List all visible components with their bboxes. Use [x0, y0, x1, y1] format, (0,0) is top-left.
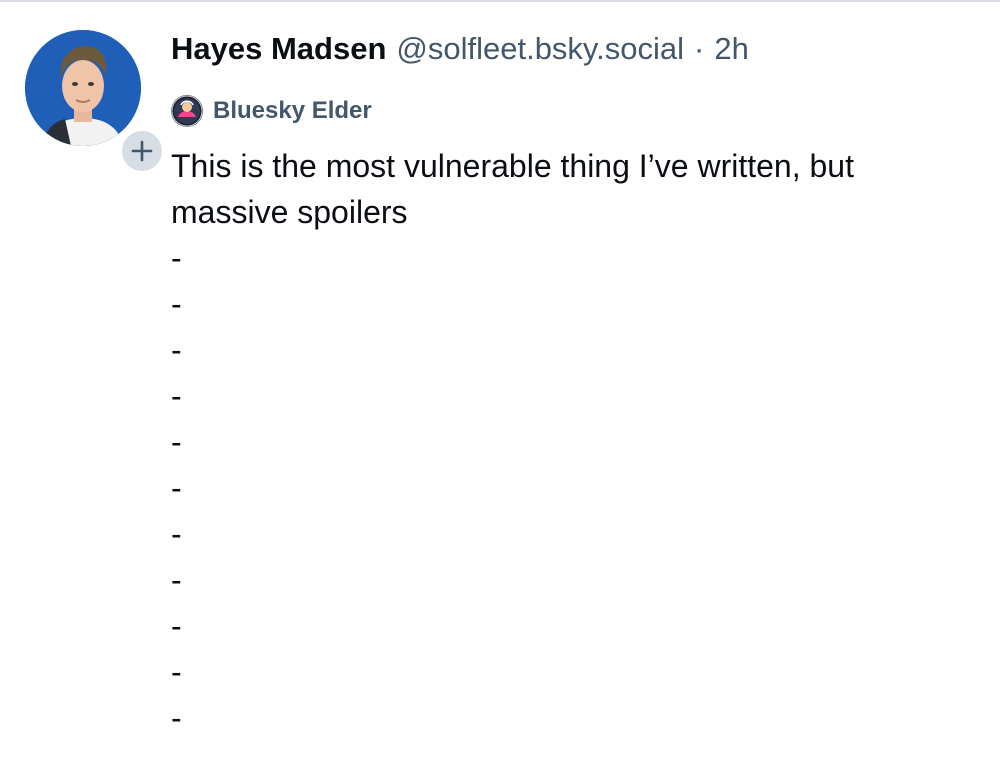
- post-text-line: -: [171, 700, 182, 736]
- author-handle[interactable]: @solfleet.bsky.social: [396, 24, 684, 74]
- post-text-line: -: [171, 470, 182, 506]
- avatar[interactable]: [25, 30, 141, 146]
- post-text-line: massive spoilers: [171, 194, 408, 230]
- plus-icon: [131, 140, 153, 162]
- separator-dot: ·: [694, 31, 705, 66]
- post-text: This is the most vulnerable thing I’ve w…: [171, 143, 971, 741]
- badge-label: Bluesky Elder: [213, 97, 372, 124]
- post-text-line: -: [171, 516, 182, 552]
- post-text-line: -: [171, 424, 182, 460]
- post-text-line: -: [171, 286, 182, 322]
- post-timestamp[interactable]: 2h: [714, 24, 748, 74]
- badge-avatar-icon: [171, 95, 203, 127]
- post-content: Hayes Madsen @solfleet.bsky.social · 2h …: [171, 24, 971, 741]
- avatar-image: [25, 30, 141, 146]
- author-display-name[interactable]: Hayes Madsen: [171, 24, 386, 74]
- user-badge[interactable]: Bluesky Elder: [171, 91, 971, 131]
- post-text-line: -: [171, 654, 182, 690]
- post-text-line: -: [171, 378, 182, 414]
- avatar-container: [25, 30, 165, 174]
- post-text-line: -: [171, 332, 182, 368]
- post-header: Hayes Madsen @solfleet.bsky.social · 2h: [171, 24, 971, 74]
- post[interactable]: Hayes Madsen @solfleet.bsky.social · 2h …: [0, 0, 1000, 759]
- follow-button[interactable]: [119, 128, 165, 174]
- post-text-line: -: [171, 240, 182, 276]
- post-text-line: -: [171, 562, 182, 598]
- post-text-line: -: [171, 608, 182, 644]
- post-text-line: This is the most vulnerable thing I’ve w…: [171, 148, 854, 184]
